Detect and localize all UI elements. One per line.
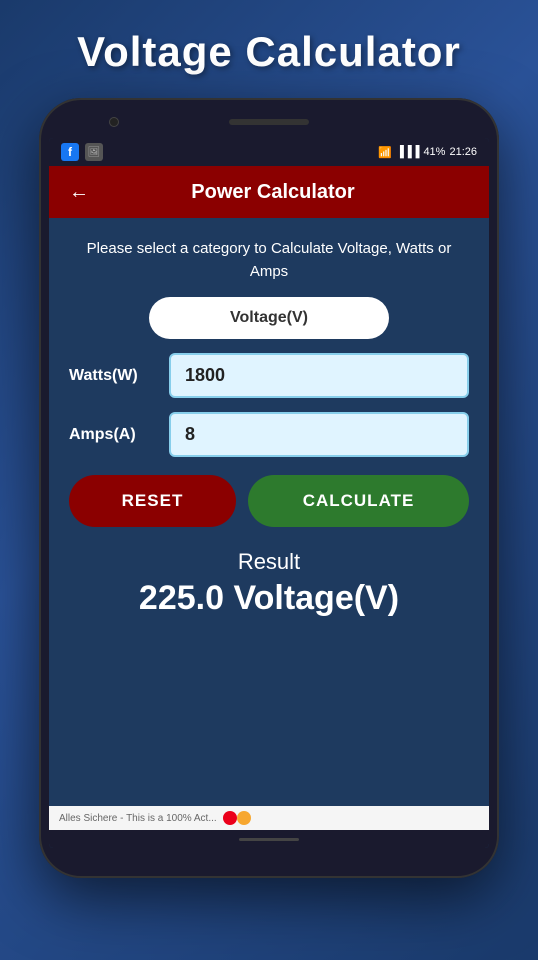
phone-screen: f 🖼 📶 ▐▐▐ 41% 21:26 ← Power Calculator P… <box>49 138 489 848</box>
app-bar: ← Power Calculator <box>49 166 489 218</box>
result-value: 225.0 Voltage(V) <box>139 579 399 618</box>
reset-button[interactable]: RESET <box>69 475 236 527</box>
image-icon: 🖼 <box>85 143 103 161</box>
category-dropdown[interactable]: Voltage(V) <box>149 297 389 339</box>
app-bar-title: Power Calculator <box>109 181 437 204</box>
clock: 21:26 <box>449 146 477 158</box>
phone-bottom-bar <box>49 830 489 848</box>
phone-speaker <box>229 119 309 125</box>
battery-level: 41% <box>423 146 445 158</box>
back-button[interactable]: ← <box>65 177 93 208</box>
amps-label: Amps(A) <box>69 426 159 444</box>
status-right: 📶 ▐▐▐ 41% 21:26 <box>378 146 477 159</box>
wifi-icon: 📶 <box>378 146 392 159</box>
watts-row: Watts(W) <box>69 353 469 398</box>
page-title: Voltage Calculator <box>77 28 461 76</box>
ad-banner: Alles Sichere - This is a 100% Act... <box>49 806 489 830</box>
phone-frame: f 🖼 📶 ▐▐▐ 41% 21:26 ← Power Calculator P… <box>39 98 499 878</box>
amps-row: Amps(A) <box>69 412 469 457</box>
amps-input[interactable] <box>169 412 469 457</box>
status-left-icons: f 🖼 <box>61 143 103 161</box>
home-indicator <box>239 838 299 841</box>
watts-input[interactable] <box>169 353 469 398</box>
instruction-text: Please select a category to Calculate Vo… <box>69 238 469 283</box>
front-camera <box>109 117 119 127</box>
calculate-button[interactable]: CALCULATE <box>248 475 469 527</box>
phone-chin <box>49 848 489 868</box>
ad-text: Alles Sichere - This is a 100% Act... <box>59 813 217 824</box>
watts-label: Watts(W) <box>69 367 159 385</box>
phone-top <box>49 108 489 136</box>
app-content: Please select a category to Calculate Vo… <box>49 218 489 806</box>
result-label: Result <box>139 549 399 575</box>
facebook-icon: f <box>61 143 79 161</box>
signal-icon: ▐▐▐ <box>396 146 419 158</box>
button-row: RESET CALCULATE <box>69 475 469 527</box>
status-bar: f 🖼 📶 ▐▐▐ 41% 21:26 <box>49 138 489 166</box>
mastercard-icon <box>223 810 251 826</box>
result-section: Result 225.0 Voltage(V) <box>139 549 399 618</box>
